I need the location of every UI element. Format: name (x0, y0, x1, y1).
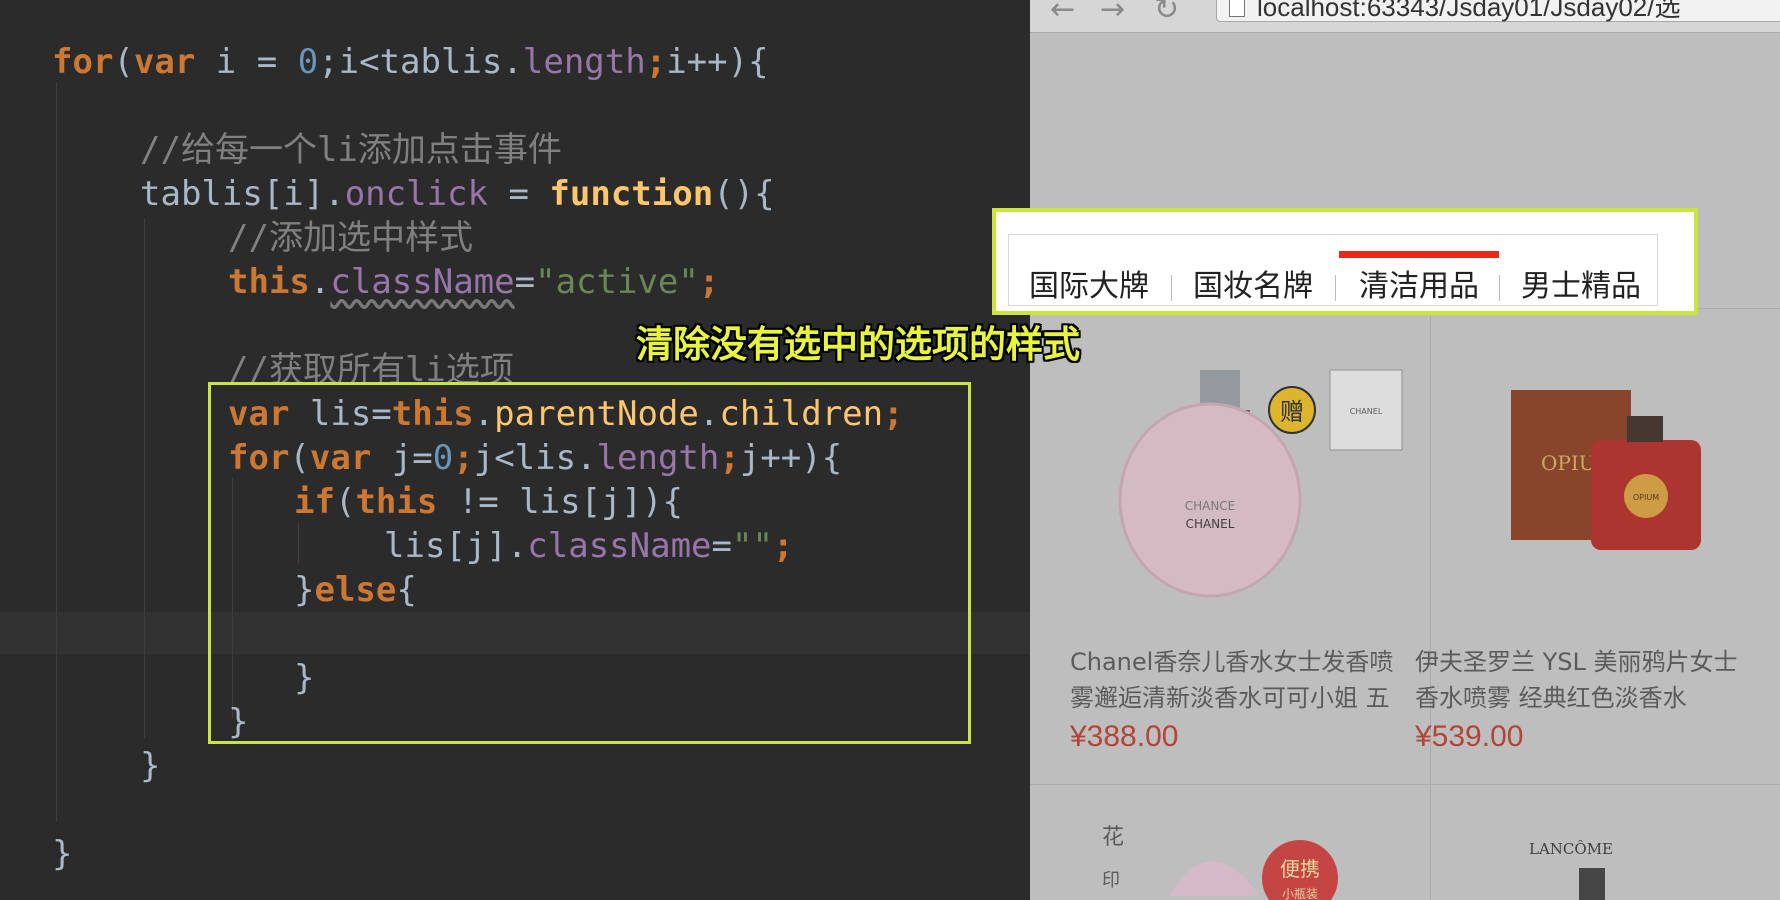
active-tab-indicator (1339, 251, 1499, 258)
tab-separator (1171, 275, 1172, 301)
tab-separator (1335, 275, 1336, 301)
browser-window: ← → ↻ localhost:63343/Jsday01/Jsday02/选 … (1030, 0, 1780, 900)
tab-separator (1499, 275, 1500, 301)
modal-overlay (1030, 33, 1780, 900)
indent-guide (144, 218, 145, 738)
back-arrow-icon[interactable]: ← (1050, 0, 1075, 27)
tab-international-brands[interactable]: 国际大牌 (1009, 261, 1169, 305)
code-line: this.className="active"; (228, 262, 720, 302)
tab-cleaning-products[interactable]: 清洁用品 (1339, 261, 1499, 305)
code-line: tablis[i].onclick = function(){ (140, 174, 775, 214)
tab-list: 国际大牌 国妆名牌 清洁用品 男士精品 (1008, 234, 1658, 306)
tab-domestic-brands[interactable]: 国妆名牌 (1173, 261, 1333, 305)
highlight-box-tabs: 国际大牌 国妆名牌 清洁用品 男士精品 (992, 208, 1698, 315)
code-line: } (140, 746, 161, 786)
page-icon (1229, 0, 1245, 17)
code-editor[interactable]: for(var i = 0;i<tablis.length;i++){ //给每… (0, 0, 1030, 900)
address-text: localhost:63343/Jsday01/Jsday02/选 (1257, 0, 1681, 22)
reload-icon[interactable]: ↻ (1154, 0, 1179, 27)
code-comment: //添加选中样式 (228, 218, 473, 258)
forward-arrow-icon[interactable]: → (1100, 0, 1125, 27)
highlight-box-code (208, 382, 971, 744)
tutorial-caption: 清除没有选中的选项的样式 (636, 323, 1080, 366)
address-bar[interactable]: localhost:63343/Jsday01/Jsday02/选 (1216, 0, 1780, 22)
browser-toolbar: ← → ↻ localhost:63343/Jsday01/Jsday02/选 (1030, 0, 1780, 33)
indent-guide (56, 82, 57, 822)
code-comment: //给每一个li添加点击事件 (140, 130, 562, 170)
code-line: for(var i = 0;i<tablis.length;i++){ (52, 42, 769, 82)
code-line: } (52, 834, 73, 874)
tab-mens-products[interactable]: 男士精品 (1501, 261, 1661, 305)
